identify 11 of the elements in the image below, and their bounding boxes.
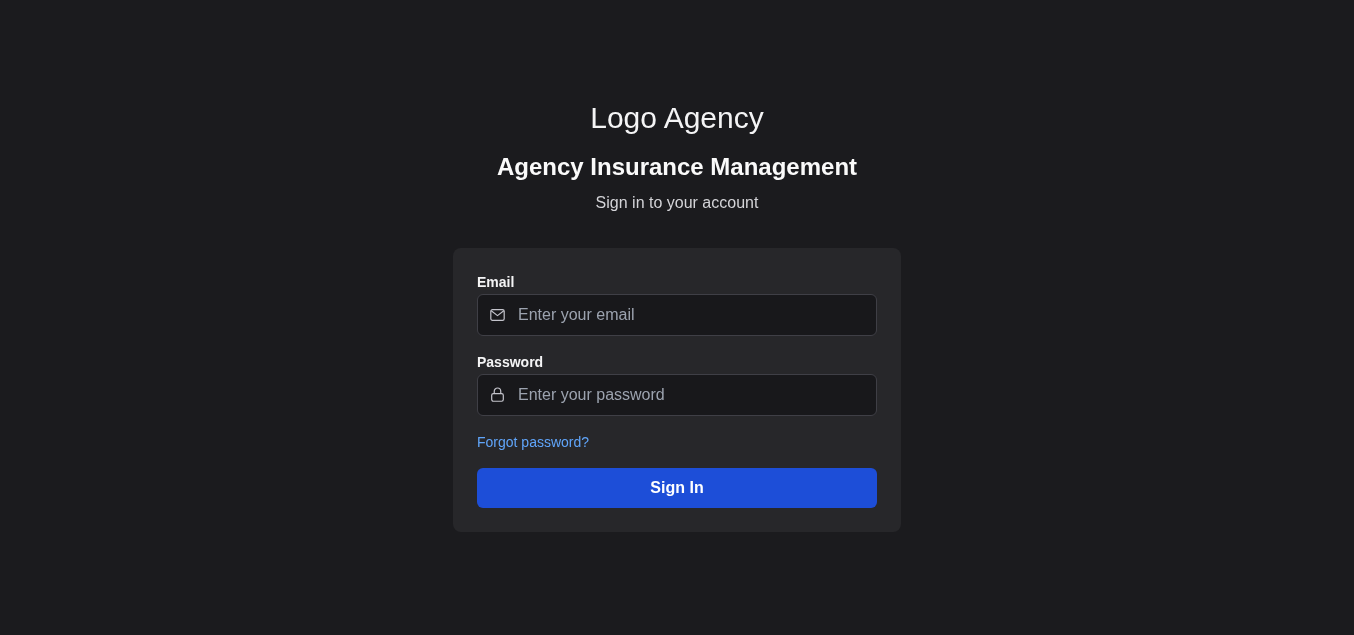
password-field[interactable]: Enter your password bbox=[477, 374, 877, 416]
subtitle-text: Sign in to your account bbox=[595, 193, 759, 213]
envelope-icon bbox=[490, 309, 505, 321]
app-heading: Agency Insurance Management bbox=[496, 152, 858, 182]
field-label: Email bbox=[477, 273, 515, 292]
sign-in-button[interactable]: Sign In bbox=[477, 468, 877, 508]
email-field[interactable]: Enter your email bbox=[477, 294, 877, 336]
lock-icon bbox=[491, 387, 504, 402]
field-label: Password bbox=[477, 353, 544, 372]
logo-text: Logo Agency bbox=[590, 100, 764, 136]
forgot-password-link[interactable]: Forgot password? bbox=[477, 432, 590, 452]
